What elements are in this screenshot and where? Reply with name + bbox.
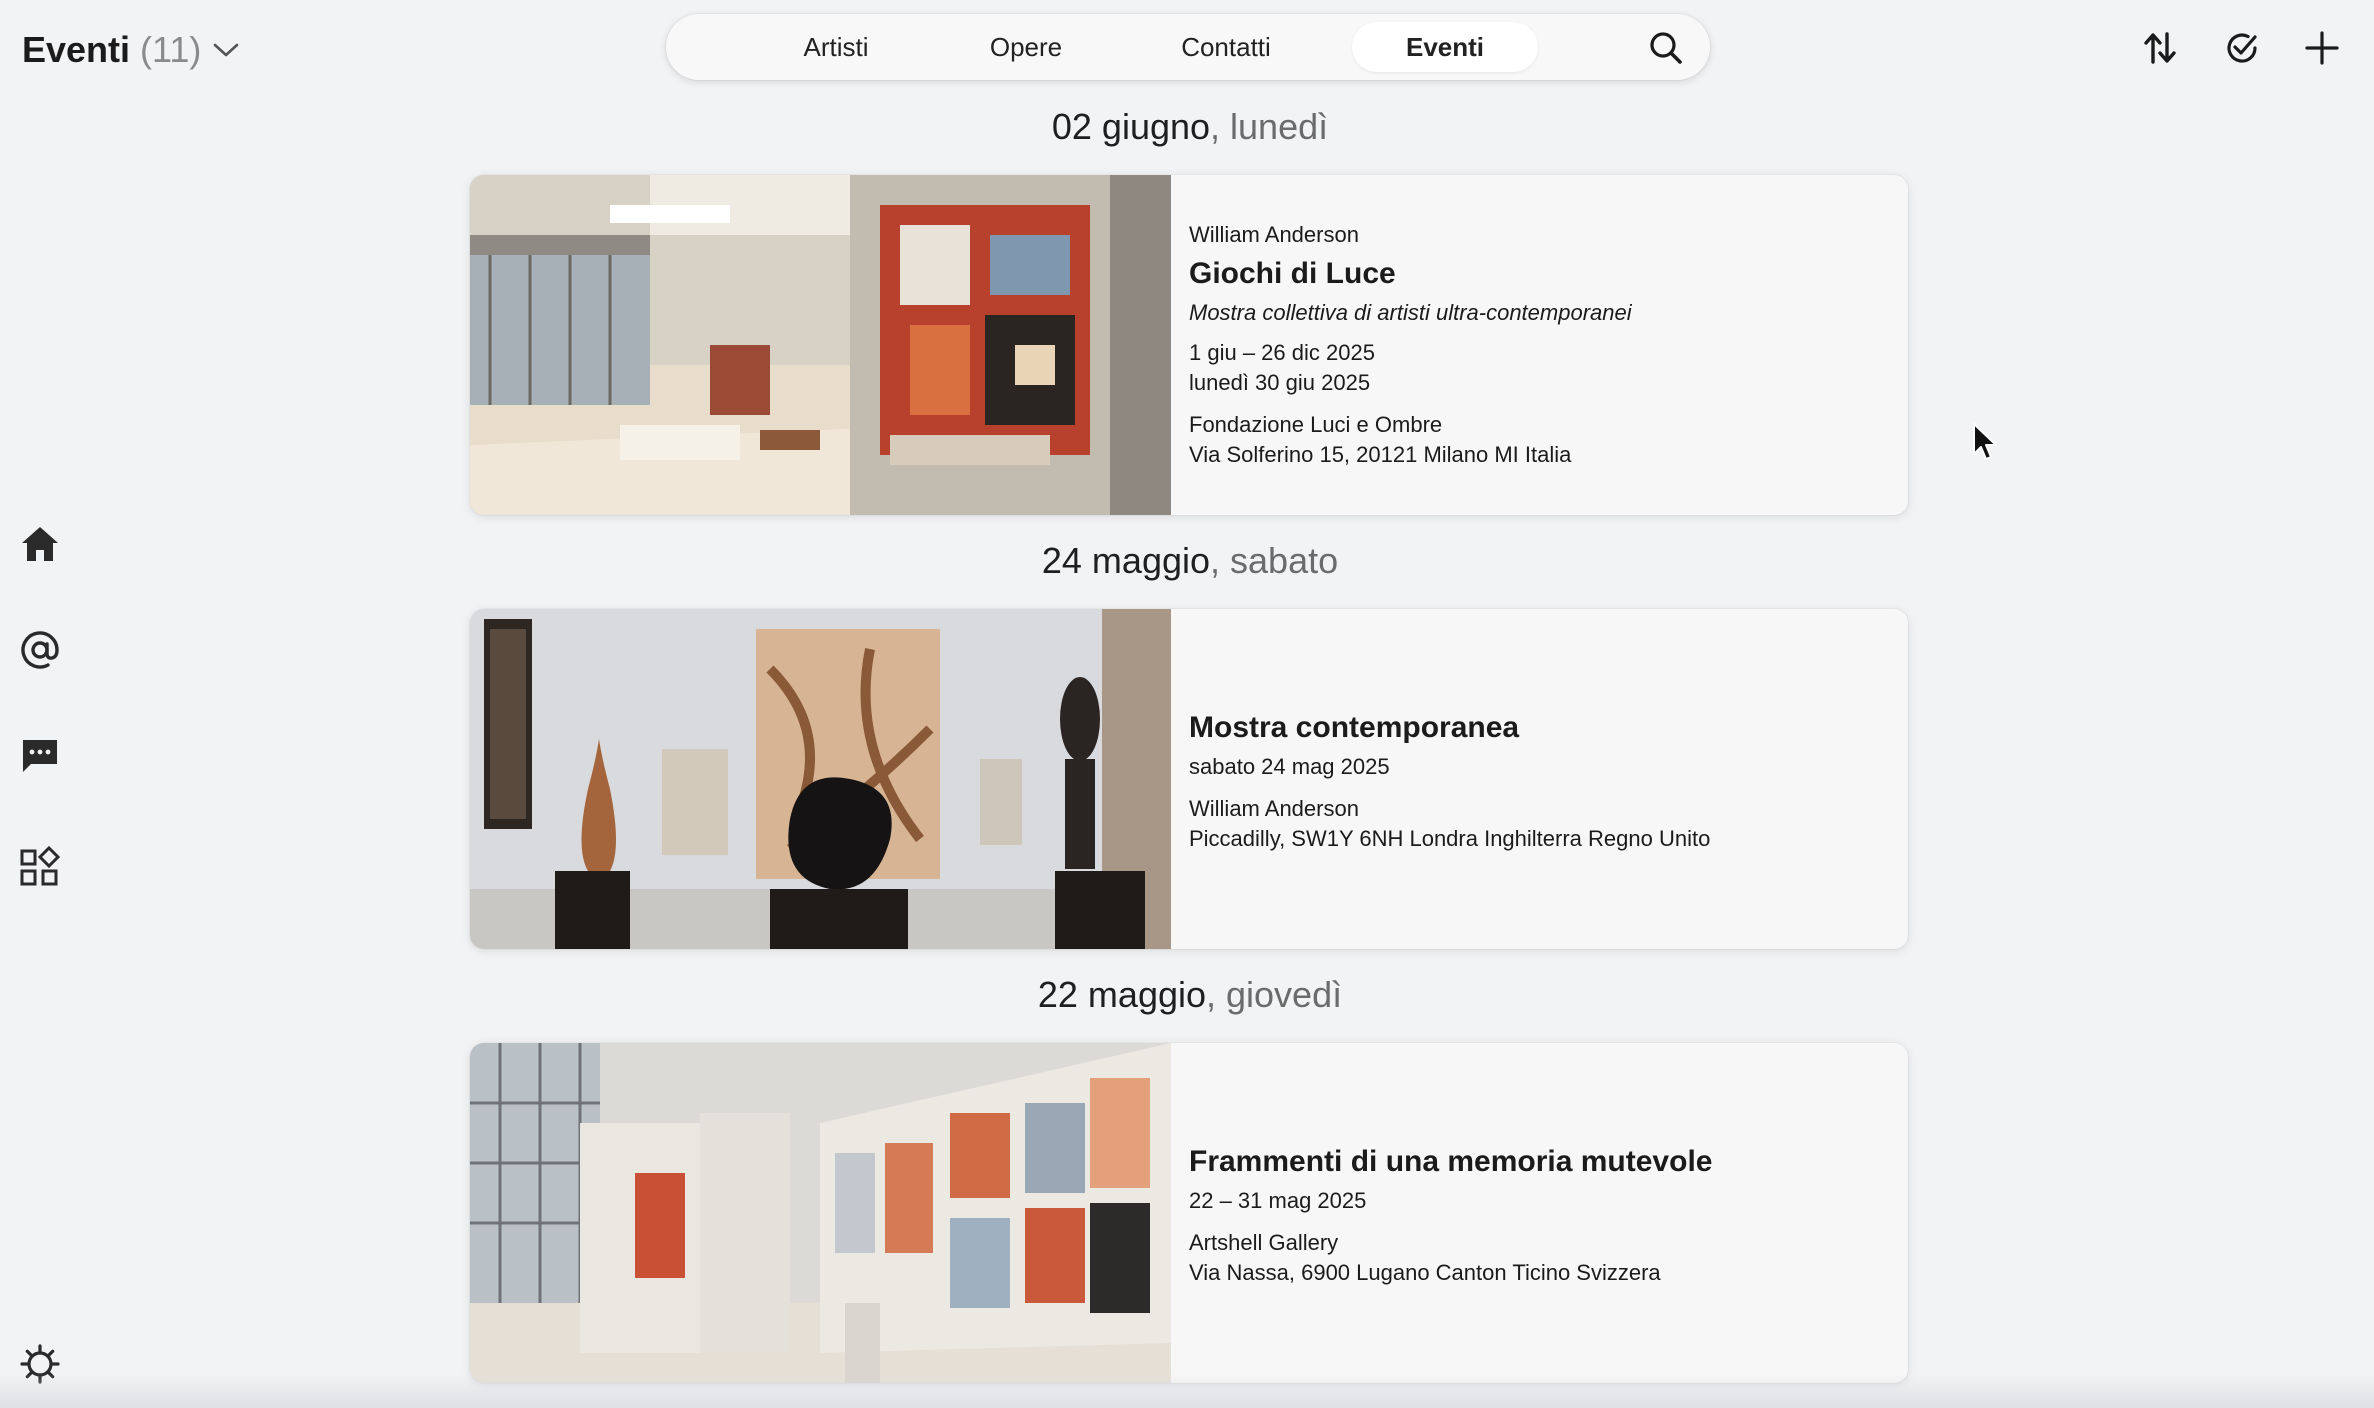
event-info: Frammenti di una memoria mutevole 22 – 3… xyxy=(1189,1043,1888,1383)
search-icon[interactable] xyxy=(1646,28,1686,68)
mouse-cursor-icon xyxy=(1973,423,1997,460)
date-header: 24 maggio, sabato xyxy=(470,540,1910,582)
event-card[interactable]: Mostra contemporanea sabato 24 mag 2025 … xyxy=(470,609,1908,949)
apps-icon[interactable] xyxy=(18,845,62,889)
page-title-text: Eventi xyxy=(22,29,131,70)
date-label: 02 giugno xyxy=(1051,106,1211,147)
event-subtitle: Mostra collettiva di artisti ultra-conte… xyxy=(1189,300,1632,325)
tab-artisti[interactable]: Artisti xyxy=(766,22,906,72)
date-header: 22 maggio, giovedì xyxy=(470,974,1910,1016)
event-card[interactable]: William Anderson Giochi di Luce Mostra c… xyxy=(470,175,1908,515)
event-date-range: 1 giu – 26 dic 2025 xyxy=(1189,340,1375,365)
event-card[interactable]: Frammenti di una memoria mutevole 22 – 3… xyxy=(470,1043,1908,1383)
event-count: (11) xyxy=(140,29,202,70)
event-day: lunedì 30 giu 2025 xyxy=(1189,370,1371,395)
chat-icon[interactable] xyxy=(18,734,62,778)
date-label: 22 maggio xyxy=(1037,974,1207,1015)
date-label: 24 maggio xyxy=(1041,540,1211,581)
at-icon[interactable] xyxy=(18,628,62,672)
date-header: 02 giugno, lunedì xyxy=(470,106,1910,148)
event-artist: William Anderson xyxy=(1189,222,1359,247)
check-circle-icon[interactable] xyxy=(2222,28,2262,68)
event-info: William Anderson Giochi di Luce Mostra c… xyxy=(1189,175,1888,515)
event-image xyxy=(470,609,1171,949)
home-icon[interactable] xyxy=(18,522,62,566)
event-image xyxy=(470,1043,1171,1383)
event-address: Via Solferino 15, 20121 Milano MI Italia xyxy=(1189,442,1572,467)
tab-contatti[interactable]: Contatti xyxy=(1146,22,1306,72)
event-venue: Fondazione Luci e Ombre xyxy=(1189,412,1443,437)
event-venue: Artshell Gallery xyxy=(1189,1230,1339,1255)
weekday-label: , lunedì xyxy=(1210,106,1329,147)
event-day: sabato 24 mag 2025 xyxy=(1189,754,1390,779)
plus-icon[interactable] xyxy=(2302,28,2342,68)
page-title[interactable]: Eventi (11) xyxy=(22,22,241,78)
event-title: Giochi di Luce xyxy=(1189,257,1396,290)
event-title: Mostra contemporanea xyxy=(1189,711,1520,744)
chevron-down-icon[interactable] xyxy=(211,35,241,65)
event-artist: William Anderson xyxy=(1189,796,1359,821)
weekday-label: , sabato xyxy=(1210,540,1339,581)
section-tabs: Artisti Opere Contatti Eventi xyxy=(666,14,1710,80)
sort-icon[interactable] xyxy=(2140,28,2180,68)
tab-eventi[interactable]: Eventi xyxy=(1352,22,1538,72)
event-title: Frammenti di una memoria mutevole xyxy=(1189,1145,1713,1178)
event-date-range: 22 – 31 mag 2025 xyxy=(1189,1188,1367,1213)
event-image xyxy=(470,175,1171,515)
weekday-label: , giovedì xyxy=(1206,974,1343,1015)
event-address: Via Nassa, 6900 Lugano Canton Ticino Svi… xyxy=(1189,1260,1661,1285)
tab-opere[interactable]: Opere xyxy=(956,22,1096,72)
event-address: Piccadilly, SW1Y 6NH Londra Inghilterra … xyxy=(1189,826,1711,851)
event-info: Mostra contemporanea sabato 24 mag 2025 … xyxy=(1189,609,1888,949)
gear-icon[interactable] xyxy=(18,1342,62,1386)
